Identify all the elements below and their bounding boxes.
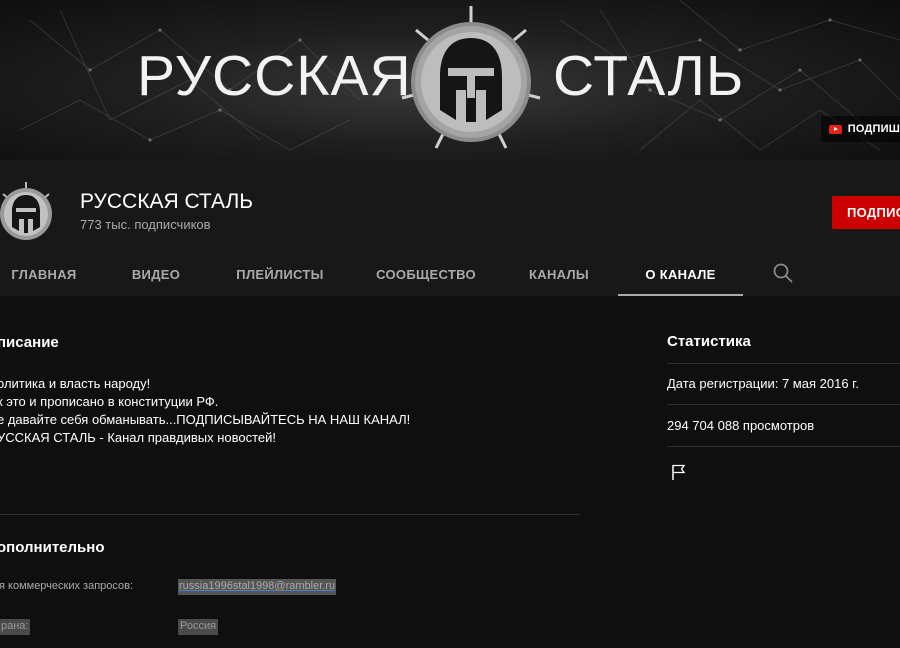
channel-name: РУССКАЯ СТАЛЬ: [80, 190, 254, 213]
business-inquiries-label: я коммерческих запросов:: [0, 580, 134, 592]
channel-avatar[interactable]: [0, 180, 56, 242]
youtube-icon: [828, 124, 842, 134]
subscriber-count: 773 тыс. подписчиков: [80, 217, 211, 232]
stats-divider: [667, 404, 900, 405]
banner-subscribe-label: ПОДПИШ: [847, 123, 900, 135]
tab-home[interactable]: ГЛАВНАЯ: [0, 252, 88, 296]
tab-community[interactable]: СООБЩЕСТВО: [366, 252, 486, 296]
tab-playlists[interactable]: ПЛЕЙЛИСТЫ: [224, 252, 336, 296]
banner-title-left: РУССКАЯ: [137, 44, 412, 108]
country-label: рана:: [0, 619, 31, 635]
tab-channels[interactable]: КАНАЛЫ: [516, 252, 602, 296]
country-value: Россия: [178, 619, 219, 635]
section-divider: [0, 514, 580, 515]
stats-divider: [667, 363, 900, 364]
about-content: [0, 296, 900, 648]
description-line: УССКАЯ СТАЛЬ - Канал правдивых новостей!: [0, 430, 277, 445]
description-line: е давайте себя обманывать...ПОДПИСЫВАЙТЕ…: [0, 412, 411, 427]
banner-subscribe-link[interactable]: ПОДПИШ: [820, 116, 900, 142]
banner-title-right: СТАЛЬ: [553, 44, 745, 108]
stats-title: Статистика: [667, 333, 751, 350]
flag-icon[interactable]: [671, 463, 687, 481]
spartan-helmet-icon: [401, 6, 541, 149]
tab-about[interactable]: О КАНАЛЕ: [618, 252, 743, 296]
description-line: олитика и власть народу!: [0, 376, 151, 391]
search-icon[interactable]: [772, 262, 794, 284]
subscribe-button[interactable]: ПОДПИС: [832, 196, 900, 229]
business-email-link[interactable]: russia1996stal1998@rambler.ru: [178, 579, 337, 595]
stats-divider: [667, 446, 900, 447]
description-title: писание: [0, 334, 59, 351]
tab-videos[interactable]: ВИДЕО: [118, 252, 194, 296]
view-count: 294 704 088 просмотров: [667, 418, 815, 433]
details-title: ополнительно: [0, 539, 105, 556]
description-line: к это и прописано в конституции РФ.: [0, 394, 219, 409]
joined-date: Дата регистрации: 7 мая 2016 г.: [667, 376, 859, 391]
channel-banner: РУССКАЯ СТАЛЬ ПОДПИШ: [0, 0, 900, 160]
channel-tabs: ГЛАВНАЯ ВИДЕО ПЛЕЙЛИСТЫ СООБЩЕСТВО КАНАЛ…: [0, 252, 900, 296]
